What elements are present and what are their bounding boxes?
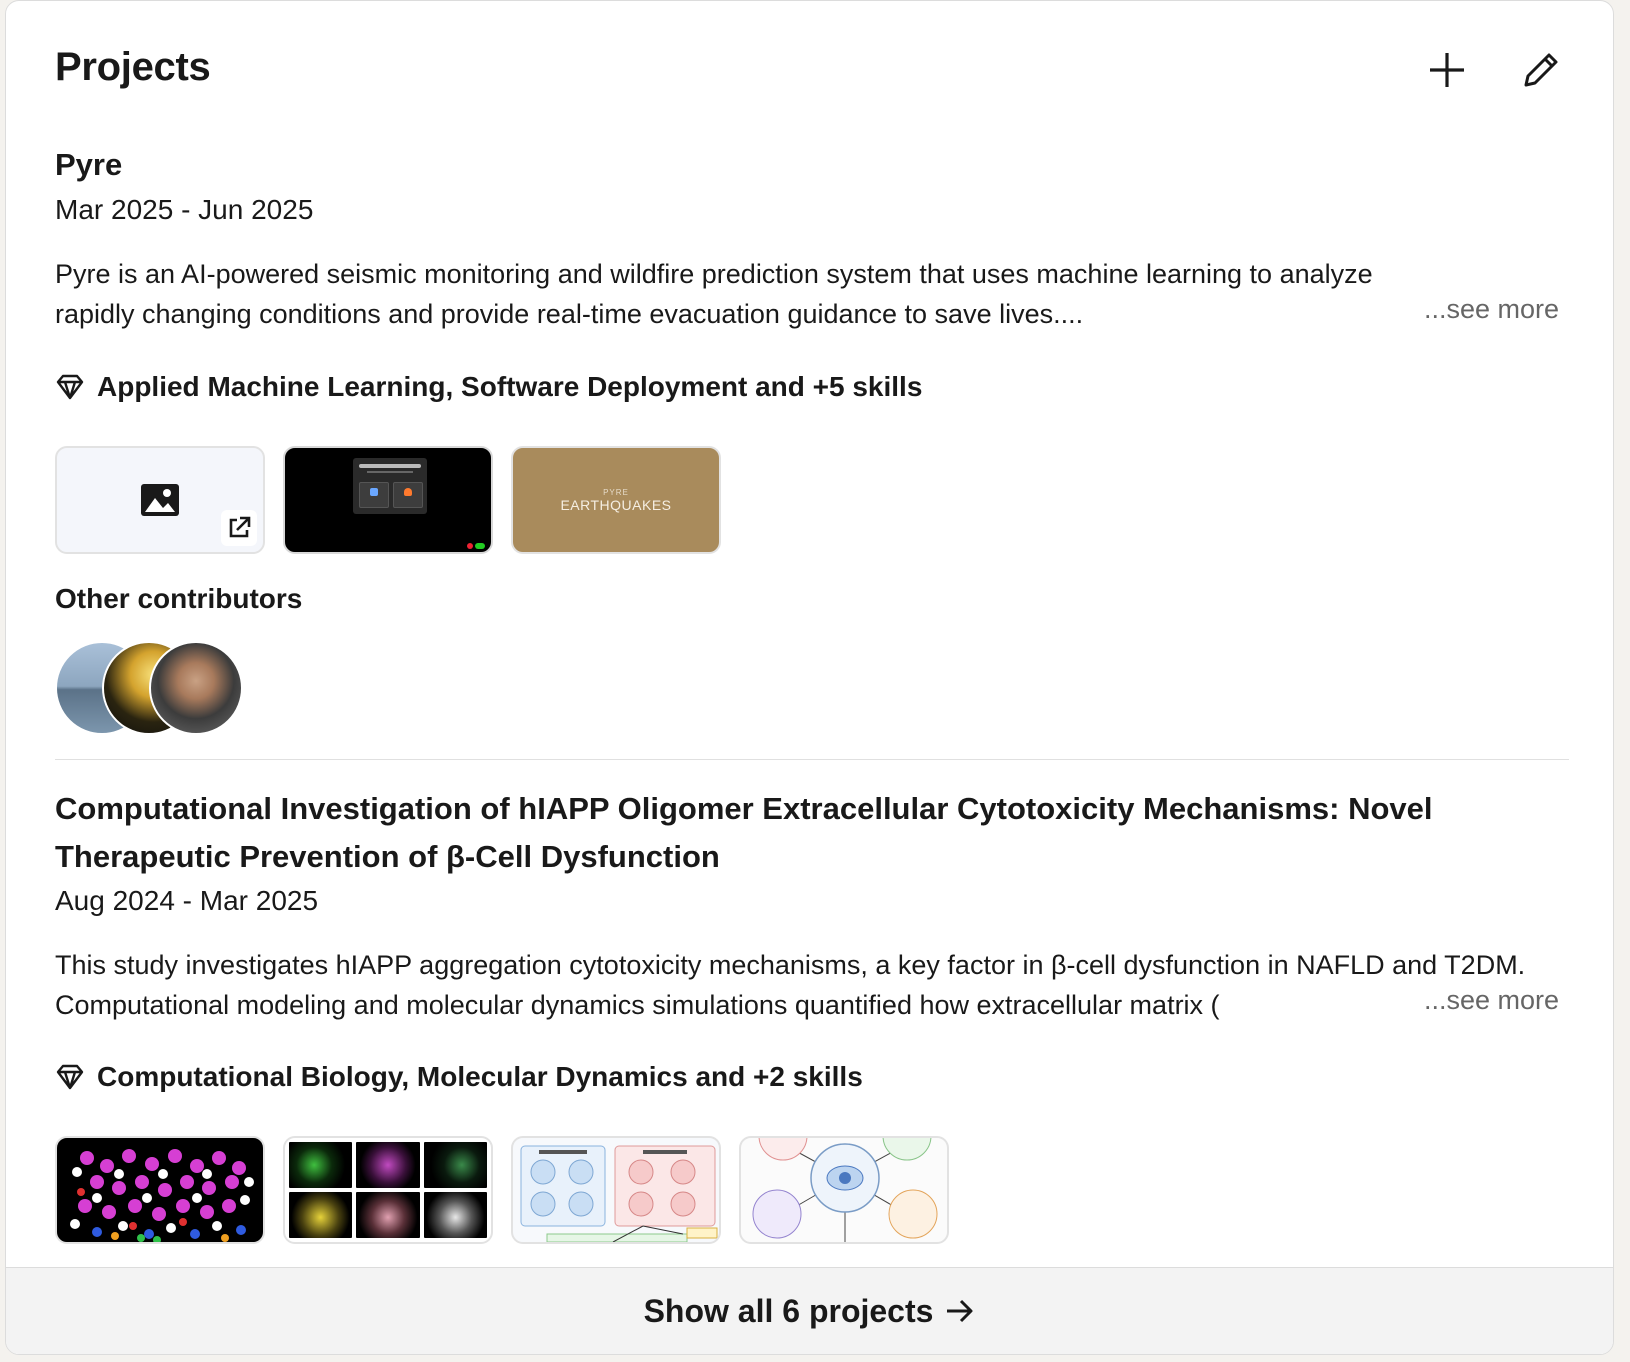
external-link-icon [229,516,251,538]
contributors-heading: Other contributors [55,583,303,614]
panel [356,1142,420,1188]
media-thumbnail-protein-panels[interactable] [283,1136,493,1244]
panel [289,1192,353,1238]
panel [423,1142,487,1188]
panel [289,1142,353,1188]
media-thumbnail-hub-diagram[interactable] [739,1136,949,1244]
panel [356,1192,420,1238]
image-icon [141,484,179,516]
project-skills[interactable]: Applied Machine Learning, Software Deplo… [55,371,922,403]
panel [423,1192,487,1238]
project-dates: Aug 2024 - Mar 2025 [55,885,319,916]
project-title: Computational Investigation of hIAPP Oli… [55,791,1433,874]
project-description: Pyre is an AI-powered seismic monitoring… [55,259,1373,329]
diamond-icon [56,1064,84,1090]
project-media [55,1136,949,1244]
project-skills[interactable]: Computational Biology, Molecular Dynamic… [55,1061,863,1093]
add-project-button[interactable] [1418,41,1476,99]
media-thumbnail-earthquakes[interactable]: PYRE EARTHQUAKES [511,446,721,554]
pencil-icon [1524,53,1558,87]
show-all-label: Show all 6 projects [643,1292,934,1329]
divider [55,759,1569,760]
avatar[interactable] [149,641,243,735]
media-thumbnail-dashboard[interactable] [283,446,493,554]
project-dates: Mar 2025 - Jun 2025 [55,194,314,225]
see-more-link[interactable]: ...see more [1413,985,1559,1016]
diamond-icon [56,374,84,400]
external-link-badge [221,510,257,546]
hub-diagram-render [752,1138,938,1242]
dashboard-preview [353,458,427,514]
show-all-projects-button[interactable]: Show all 6 projects [6,1267,1613,1354]
skills-label: Applied Machine Learning, Software Deplo… [97,371,923,402]
arrow-right-icon [947,1299,973,1323]
project-media: PYRE EARTHQUAKES [55,446,721,554]
edit-projects-button[interactable] [1512,41,1570,99]
media-link-thumbnail[interactable] [55,446,265,554]
window-controls [467,543,487,549]
see-more-link[interactable]: ...see more [1413,294,1559,325]
project-description: This study investigates hIAPP aggregatio… [55,950,1526,1020]
slide-title: EARTHQUAKES [560,496,672,513]
section-title: Projects [55,45,211,89]
contributors-avatars [55,641,255,737]
projects-card: Projects Pyre Mar 2025 - Jun 2025 Pyre i… [5,0,1614,1355]
media-thumbnail-flowchart[interactable] [511,1136,721,1244]
media-thumbnail-molecular-model[interactable] [55,1136,265,1244]
project-title: Pyre [55,147,123,182]
slide-kicker: PYRE [603,487,629,497]
flowchart-render [520,1145,718,1242]
molecule-render [70,1149,254,1242]
plus-icon [1430,53,1464,87]
skills-label: Computational Biology, Molecular Dynamic… [97,1061,863,1092]
